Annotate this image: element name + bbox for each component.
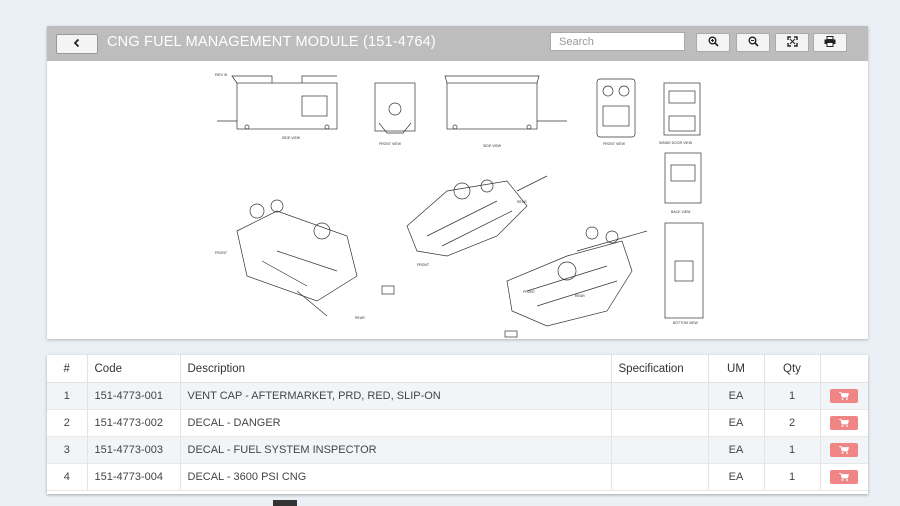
row-specification [611, 436, 709, 464]
pagination-indicator[interactable] [273, 500, 297, 506]
front-label-1: FRONT [215, 251, 228, 255]
front-label-2: FRONT [417, 263, 430, 267]
print-icon [824, 34, 836, 52]
col-action [820, 355, 868, 383]
row-number: 1 [47, 382, 88, 410]
chevron-left-icon [72, 35, 82, 53]
row-specification [611, 409, 709, 437]
row-action [820, 463, 868, 491]
cart-icon [839, 419, 849, 427]
row-specification [611, 382, 709, 410]
col-specification[interactable]: Specification [611, 355, 709, 383]
row-number: 4 [47, 463, 88, 491]
add-to-cart-button[interactable] [830, 443, 858, 457]
table-header: # Code Description Specification UM Qty [47, 355, 868, 383]
rev-label: REV B [215, 72, 227, 77]
row-qty: 1 [764, 382, 821, 410]
front-view-label-1: FRONT VIEW [379, 142, 402, 146]
zoom-out-icon [748, 34, 759, 52]
search-input[interactable] [550, 32, 685, 51]
row-description: VENT CAP - AFTERMARKET, PRD, RED, SLIP-O… [180, 382, 612, 410]
cart-icon [839, 446, 849, 454]
row-action [820, 382, 868, 410]
fit-screen-button[interactable] [775, 33, 809, 52]
col-um[interactable]: UM [708, 355, 765, 383]
row-description: DECAL - DANGER [180, 409, 612, 437]
row-qty: 1 [764, 436, 821, 464]
row-code: 151-4773-004 [87, 463, 181, 491]
row-description: DECAL - 3600 PSI CNG [180, 463, 612, 491]
add-to-cart-button[interactable] [830, 416, 858, 430]
cart-icon [839, 473, 849, 481]
row-specification [611, 463, 709, 491]
row-code: 151-4773-001 [87, 382, 181, 410]
drawing-panel: CNG FUEL MANAGEMENT MODULE (151-4764) Se… [47, 26, 868, 339]
rear-label-1: REAR [355, 316, 365, 320]
side-view-label-2: SIDE VIEW [483, 144, 502, 148]
back-button[interactable] [56, 34, 98, 54]
side-view-label-1: SIDE VIEW [282, 136, 301, 140]
col-qty[interactable]: Qty [764, 355, 821, 383]
row-action [820, 409, 868, 437]
table-row[interactable]: 1 151-4773-001 VENT CAP - AFTERMARKET, P… [47, 382, 868, 410]
row-um: EA [708, 463, 765, 491]
fit-screen-icon [786, 34, 798, 52]
row-code: 151-4773-003 [87, 436, 181, 464]
zoom-in-icon [708, 34, 719, 52]
front-label-3: FRONT [523, 290, 536, 294]
parts-diagram[interactable]: REV B SIDE VIEW FRONT VIEW SIDE VIEW FRO… [47, 61, 868, 339]
cart-icon [839, 392, 849, 400]
add-to-cart-button[interactable] [830, 470, 858, 484]
row-qty: 2 [764, 409, 821, 437]
row-um: EA [708, 382, 765, 410]
table-row[interactable]: 3 151-4773-003 DECAL - FUEL SYSTEM INSPE… [47, 436, 868, 464]
table-row[interactable]: 2 151-4773-002 DECAL - DANGER EA 2 [47, 409, 868, 437]
rear-label-3: REAR [575, 294, 585, 298]
row-number: 2 [47, 409, 88, 437]
zoom-in-button[interactable] [696, 33, 730, 52]
row-um: EA [708, 409, 765, 437]
table-row[interactable]: 4 151-4773-004 DECAL - 3600 PSI CNG EA 1 [47, 463, 868, 491]
col-number[interactable]: # [47, 355, 88, 383]
front-view-label-2: FRONT VIEW [603, 142, 626, 146]
viewer-toolbar: CNG FUEL MANAGEMENT MODULE (151-4764) [47, 26, 868, 61]
inside-door-label: INSIDE DOOR VIEW [659, 141, 693, 145]
back-view-label: BACK VIEW [671, 210, 691, 214]
print-button[interactable] [813, 33, 847, 52]
row-um: EA [708, 436, 765, 464]
add-to-cart-button[interactable] [830, 389, 858, 403]
col-description[interactable]: Description [180, 355, 612, 383]
row-qty: 1 [764, 463, 821, 491]
rear-label-2: REAR [517, 200, 527, 204]
row-action [820, 436, 868, 464]
bottom-view-label: BOTTOM VIEW [673, 321, 699, 325]
parts-table: # Code Description Specification UM Qty … [47, 355, 868, 494]
row-code: 151-4773-002 [87, 409, 181, 437]
zoom-out-button[interactable] [736, 33, 770, 52]
page-title: CNG FUEL MANAGEMENT MODULE (151-4764) [107, 34, 436, 50]
row-number: 3 [47, 436, 88, 464]
col-code[interactable]: Code [87, 355, 181, 383]
row-description: DECAL - FUEL SYSTEM INSPECTOR [180, 436, 612, 464]
